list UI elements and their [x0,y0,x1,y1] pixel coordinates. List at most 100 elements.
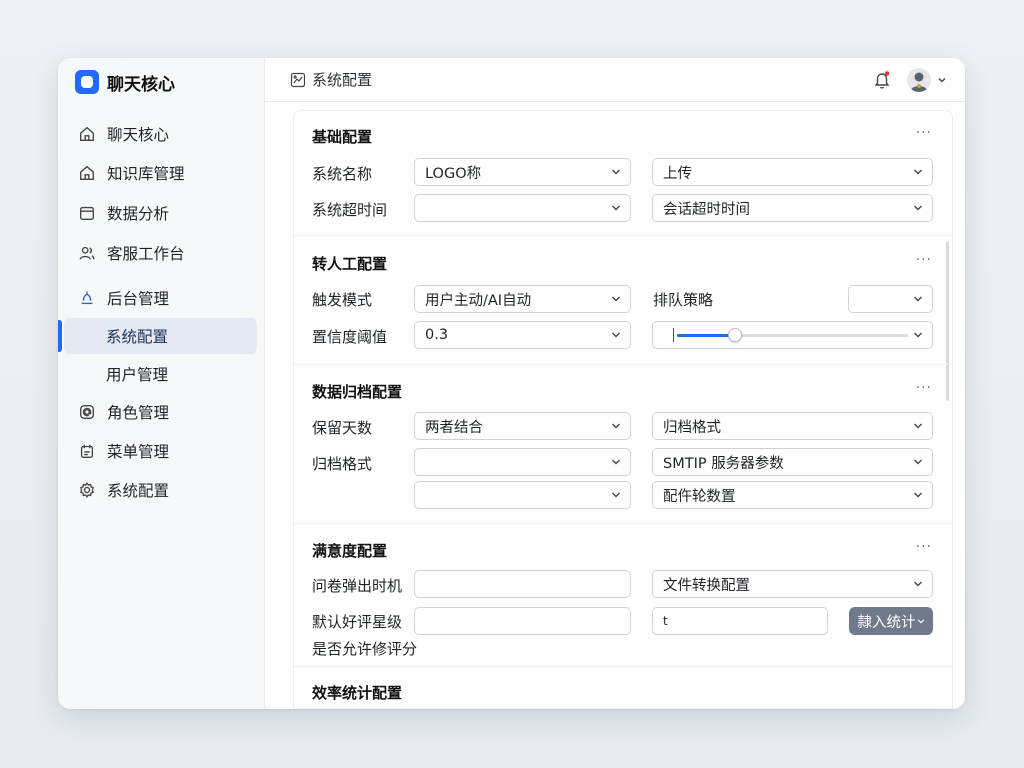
section-title-satisfaction: 满意度配置 [312,542,388,560]
chevron-down-icon [914,459,922,465]
config-page-icon [290,72,306,87]
chevron-down-icon [914,205,922,211]
sidebar-item-menu-management[interactable]: 菜单管理 [58,433,265,469]
chevron-down-icon [914,423,922,429]
sidebar-item-label: 数据分析 [107,205,170,223]
sidebar-item-admin[interactable]: 后台管理 [58,280,265,316]
chevron-down-icon [914,492,922,498]
archive-extra-select[interactable] [414,481,631,509]
more-options-button[interactable]: ··· [916,125,932,141]
brand[interactable]: 聊天核心 [75,70,175,95]
default-rating-input[interactable] [414,607,631,635]
scrollbar-thumb[interactable] [946,241,949,401]
confidence-slider[interactable] [677,328,908,342]
sidebar-item-user-management[interactable]: 用户管理 [58,356,265,392]
confidence-threshold-label: 置信度阈值 [312,328,388,346]
avatar[interactable] [907,68,931,92]
survey-popup-label: 问卷弹出时机 [312,577,403,595]
more-options-button[interactable]: ··· [916,539,932,555]
chevron-down-icon[interactable] [937,75,947,85]
chevron-down-icon [917,619,924,623]
sidebar-item-system-config-active[interactable]: 系统配置 [64,318,257,354]
upload-select[interactable]: 上传 [652,158,933,186]
sidebar-item-system-config[interactable]: 系统配置 [58,472,265,508]
user-avatar-icon [910,72,928,92]
chevron-down-icon [612,459,620,465]
section-title-efficiency: 效率统计配置 [312,684,403,702]
brand-title: 聊天核心 [107,74,175,95]
rating-right-input[interactable]: t [652,607,828,635]
sidebar-item-data-analysis[interactable]: 数据分析 [58,195,265,231]
poll-config-select[interactable]: 配仵轮数置 [652,481,933,509]
archive-format-label: 归档格式 [312,455,373,473]
home-icon [77,124,97,144]
session-timeout-select[interactable]: 会话超时时间 [652,194,933,222]
trigger-mode-label: 触发模式 [312,291,373,309]
sidebar: 聊天核心 聊天核心 知识库管理 数据分析 客服工作台 后台管理 系统配置 用户管… [58,58,265,709]
chevron-down-icon [612,169,620,175]
select-value: 用户主动/AI自动 [425,292,532,309]
chevron-down-icon [612,296,620,302]
section-title-handoff: 转人工配置 [312,255,388,273]
select-value: 会话超时时间 [663,201,750,218]
sidebar-item-label: 后台管理 [107,290,170,308]
breadcrumb: 系统配置 [312,71,373,89]
sidebar-item-label: 系统配置 [107,482,170,500]
top-header: 系统配置 [265,58,965,102]
bell-icon[interactable] [873,70,891,90]
smtp-server-select[interactable]: SMTIP 服务器参数 [652,448,933,476]
active-indicator [58,320,62,352]
select-value: LOGO称 [425,165,482,182]
default-rating-label: 默认好评星级 [312,613,403,631]
stat-button-label: 隷入统计 [857,614,916,631]
system-timeout-label: 系统超时间 [312,201,388,219]
more-options-button[interactable]: ··· [916,380,932,396]
queue-strategy-select[interactable] [848,285,933,313]
config-panel: 基础配置 ··· 系统名称 LOGO称 上传 系统超时间 会话超时时间 转人工配… [293,110,953,709]
home-icon [77,163,97,183]
survey-popup-input[interactable] [414,570,631,598]
allow-edit-rating-label: 是否允许修评分 [312,640,418,658]
chevron-down-icon [914,296,922,302]
sidebar-item-label: 菜单管理 [107,443,170,461]
calendar-icon [77,203,97,223]
admin-icon [77,288,97,308]
select-value: 归档格式 [663,419,721,436]
section-title-archive: 数据归档配置 [312,383,403,401]
gear-icon [77,480,97,500]
select-value: 两者结合 [425,419,483,436]
section-divider [294,235,952,236]
sidebar-item-label: 用户管理 [106,366,169,384]
retention-days-select[interactable]: 两者结合 [414,412,631,440]
archive-format-select[interactable] [414,448,631,476]
chevron-down-icon [612,205,620,211]
archive-format-select-right[interactable]: 归档格式 [652,412,933,440]
trigger-mode-select[interactable]: 用户主动/AI自动 [414,285,631,313]
more-options-button[interactable]: ··· [916,252,932,268]
sidebar-item-chat-core[interactable]: 聊天核心 [58,116,265,152]
select-value: 配仵轮数置 [663,488,736,505]
section-divider [294,666,952,667]
sidebar-item-label: 聊天核心 [107,126,170,144]
input-value: t [663,614,668,628]
sidebar-item-role-management[interactable]: 角色管理 [58,394,265,430]
at-icon [77,402,97,422]
system-timeout-select[interactable] [414,194,631,222]
sidebar-item-label: 角色管理 [107,404,170,422]
system-name-label: 系统名称 [312,165,373,183]
menu-icon [77,441,97,461]
chevron-down-icon [612,332,620,338]
slider-fill [677,334,735,337]
stat-button[interactable]: 隷入统计 [849,607,933,635]
confidence-slider-field[interactable] [652,321,933,349]
brand-logo-icon [75,70,99,94]
select-value: SMTIP 服务器参数 [663,455,784,472]
sidebar-item-label: 知识库管理 [107,165,185,183]
sidebar-item-service-desk[interactable]: 客服工作台 [58,235,265,271]
confidence-threshold-select[interactable]: 0.3 [414,321,631,349]
select-value: 0.3 [425,327,449,343]
file-convert-select[interactable]: 文件转换配置 [652,570,933,598]
slider-thumb[interactable] [727,328,742,342]
sidebar-item-knowledge-base[interactable]: 知识库管理 [58,155,265,191]
system-name-select[interactable]: LOGO称 [414,158,631,186]
